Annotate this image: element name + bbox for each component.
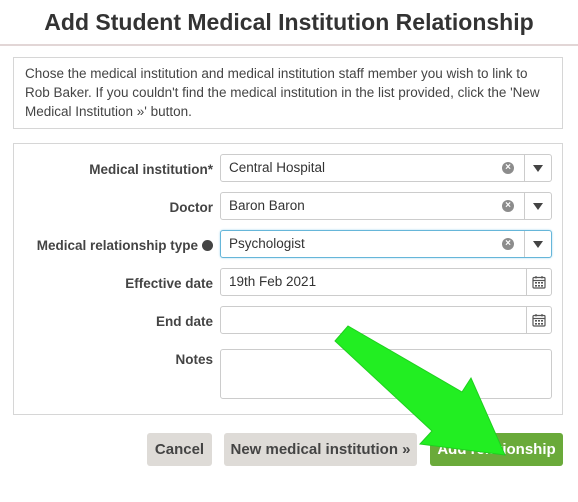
new-medical-institution-button[interactable]: New medical institution » bbox=[224, 433, 417, 466]
medical-institution-value: Central Hospital bbox=[229, 160, 326, 175]
notes-label-wrap: Notes bbox=[14, 351, 213, 369]
clear-icon[interactable]: × bbox=[502, 238, 514, 250]
medical-institution-select[interactable]: Central Hospital × bbox=[220, 154, 552, 182]
doctor-select[interactable]: Baron Baron × bbox=[220, 192, 552, 220]
dialog-title: Add Student Medical Institution Relation… bbox=[0, 0, 578, 46]
relationship-form: Medical institution* Central Hospital × … bbox=[13, 143, 563, 415]
relationship-type-label-wrap: Medical relationship type? bbox=[14, 237, 213, 255]
effective-date-input[interactable]: 19th Feb 2021 bbox=[220, 268, 552, 296]
end-date-label: End date bbox=[155, 314, 213, 329]
end-date-input[interactable] bbox=[220, 306, 552, 334]
chevron-down-icon[interactable] bbox=[533, 165, 543, 172]
relationship-type-label: Medical relationship type bbox=[36, 238, 198, 253]
relationship-type-value: Psychologist bbox=[229, 236, 305, 251]
medical-institution-label: Medical institution* bbox=[89, 162, 213, 177]
calendar-divider bbox=[526, 307, 527, 333]
relationship-type-select[interactable]: Psychologist × bbox=[220, 230, 552, 258]
doctor-value: Baron Baron bbox=[229, 198, 305, 213]
medical-institution-label-wrap: Medical institution* bbox=[14, 161, 213, 179]
effective-date-value: 19th Feb 2021 bbox=[229, 274, 317, 289]
dropdown-divider bbox=[524, 193, 525, 219]
calendar-icon[interactable] bbox=[532, 275, 546, 289]
add-relationship-button[interactable]: Add relationship bbox=[430, 433, 563, 466]
clear-icon[interactable]: × bbox=[502, 200, 514, 212]
dropdown-divider bbox=[524, 231, 525, 257]
question-circle-icon[interactable]: ? bbox=[202, 239, 213, 252]
calendar-icon[interactable] bbox=[532, 313, 546, 327]
effective-date-label-wrap: Effective date bbox=[14, 275, 213, 293]
calendar-divider bbox=[526, 269, 527, 295]
chevron-down-icon[interactable] bbox=[533, 203, 543, 210]
doctor-label-wrap: Doctor bbox=[14, 199, 214, 217]
end-date-label-wrap: End date bbox=[14, 313, 213, 331]
dropdown-divider bbox=[524, 155, 525, 181]
notes-label: Notes bbox=[175, 352, 213, 367]
cancel-button[interactable]: Cancel bbox=[147, 433, 212, 466]
notes-textarea[interactable] bbox=[220, 349, 552, 399]
instructions-text: Chose the medical institution and medica… bbox=[13, 57, 563, 129]
chevron-down-icon[interactable] bbox=[533, 241, 543, 248]
clear-icon[interactable]: × bbox=[502, 162, 514, 174]
effective-date-label: Effective date bbox=[125, 276, 213, 291]
doctor-label: Doctor bbox=[169, 200, 214, 215]
